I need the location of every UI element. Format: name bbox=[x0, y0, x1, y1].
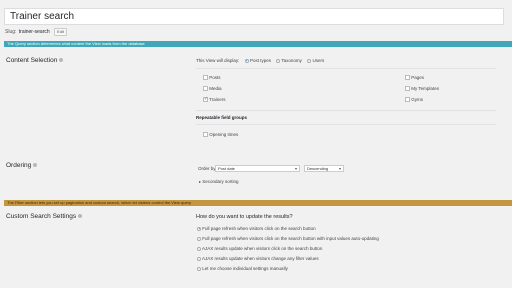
order-by-value: Post date bbox=[218, 166, 235, 171]
search-option-ajax-change[interactable]: AJAX results update when visitors change… bbox=[197, 256, 319, 262]
rfg-opening-times[interactable]: Opening times bbox=[203, 132, 238, 138]
display-option-label: Post types bbox=[249, 58, 271, 63]
secondary-sorting-label: Secondary sorting bbox=[202, 179, 239, 184]
post-type-label: Trainers bbox=[209, 97, 226, 102]
slug-edit-button[interactable]: Edit bbox=[54, 28, 67, 36]
rfg-title: Repeatable field groups bbox=[196, 115, 248, 120]
rfg-item-label: Opening times bbox=[209, 132, 239, 137]
ordering-heading: Ordering bbox=[6, 162, 38, 170]
post-type-posts[interactable]: Posts bbox=[203, 75, 221, 81]
custom-search-heading: Custom Search Settings bbox=[6, 213, 83, 221]
post-type-my-templates[interactable]: My Templates bbox=[405, 86, 439, 92]
slug-label: Slug: bbox=[5, 29, 17, 35]
triangle-right-icon: ▸ bbox=[199, 179, 202, 184]
chevron-down-icon: ▾ bbox=[338, 166, 341, 171]
divider bbox=[196, 124, 496, 125]
post-type-label: Gyms bbox=[411, 97, 424, 102]
radio-icon bbox=[307, 58, 312, 63]
display-option-label: Taxonomy bbox=[281, 58, 302, 63]
checkbox-icon bbox=[203, 86, 208, 92]
divider bbox=[196, 68, 496, 69]
search-option-full-refresh-auto[interactable]: Full page refresh when visitors click on… bbox=[197, 236, 379, 242]
radio-icon bbox=[197, 246, 201, 251]
order-by-label: Order by bbox=[198, 166, 216, 171]
search-question: How do you want to update the results? bbox=[196, 214, 293, 220]
checkbox-icon bbox=[405, 97, 410, 103]
radio-icon bbox=[197, 266, 201, 271]
divider bbox=[196, 110, 496, 111]
post-type-pages[interactable]: Pages bbox=[405, 75, 424, 81]
search-option-manual[interactable]: Let me choose individual settings manual… bbox=[197, 266, 288, 272]
checkbox-icon bbox=[405, 75, 410, 81]
checkbox-icon bbox=[203, 75, 208, 81]
display-option-post-types[interactable]: Post types bbox=[244, 58, 271, 63]
order-by-select[interactable]: Post date ▾ bbox=[215, 165, 300, 172]
post-type-trainers[interactable]: Trainers bbox=[203, 96, 226, 103]
search-option-label: Let me choose individual settings manual… bbox=[202, 266, 288, 271]
secondary-sorting-toggle[interactable]: ▸ Secondary sorting bbox=[199, 179, 239, 185]
ordering-label: Ordering bbox=[6, 162, 32, 169]
help-icon[interactable] bbox=[78, 214, 83, 219]
checkmark-icon bbox=[203, 96, 208, 103]
checkbox-icon bbox=[405, 86, 410, 92]
display-text: This View will display: bbox=[196, 58, 240, 63]
search-option-label: AJAX results update when visitors change… bbox=[202, 256, 319, 261]
radio-icon bbox=[276, 58, 281, 63]
radio-icon bbox=[197, 236, 201, 241]
slug-row: Slug: trainer-search Edit bbox=[5, 28, 67, 36]
post-type-media[interactable]: Media bbox=[203, 86, 222, 92]
slug-value: trainer-search bbox=[18, 29, 50, 35]
search-option-label: Full page refresh when visitors click on… bbox=[202, 236, 379, 241]
display-row: This View will display: Post types Taxon… bbox=[196, 58, 324, 64]
custom-search-label: Custom Search Settings bbox=[6, 213, 77, 220]
post-type-label: Posts bbox=[209, 75, 221, 80]
query-section-bar: The Query section determines what conten… bbox=[4, 41, 512, 47]
display-option-users[interactable]: Users bbox=[307, 58, 324, 63]
help-icon[interactable] bbox=[33, 163, 38, 168]
radio-icon bbox=[197, 226, 201, 231]
filter-section-bar: The Filter section lets you set up pagin… bbox=[4, 200, 512, 206]
content-selection-heading: Content Selection bbox=[6, 57, 64, 65]
display-option-label: Users bbox=[312, 58, 325, 63]
post-type-gyms[interactable]: Gyms bbox=[405, 97, 423, 103]
view-title-input[interactable]: Trainer search bbox=[4, 8, 504, 25]
post-type-label: Media bbox=[209, 86, 222, 91]
search-option-ajax-click[interactable]: AJAX results update when visitors click … bbox=[197, 246, 322, 252]
order-direction-value: Descending bbox=[307, 166, 329, 171]
chevron-down-icon: ▾ bbox=[294, 166, 297, 171]
checkbox-icon bbox=[203, 132, 208, 138]
content-selection-label: Content Selection bbox=[6, 57, 58, 64]
help-icon[interactable] bbox=[59, 58, 64, 63]
radio-icon bbox=[197, 256, 201, 261]
display-option-taxonomy[interactable]: Taxonomy bbox=[276, 58, 302, 63]
post-type-label: My Templates bbox=[411, 86, 439, 91]
radio-icon bbox=[244, 58, 249, 63]
post-type-label: Pages bbox=[411, 75, 425, 80]
order-direction-select[interactable]: Descending ▾ bbox=[304, 165, 344, 172]
search-option-label: Full page refresh when visitors click on… bbox=[202, 226, 316, 231]
search-option-full-refresh[interactable]: Full page refresh when visitors click on… bbox=[197, 226, 316, 232]
search-option-label: AJAX results update when visitors click … bbox=[202, 246, 323, 251]
